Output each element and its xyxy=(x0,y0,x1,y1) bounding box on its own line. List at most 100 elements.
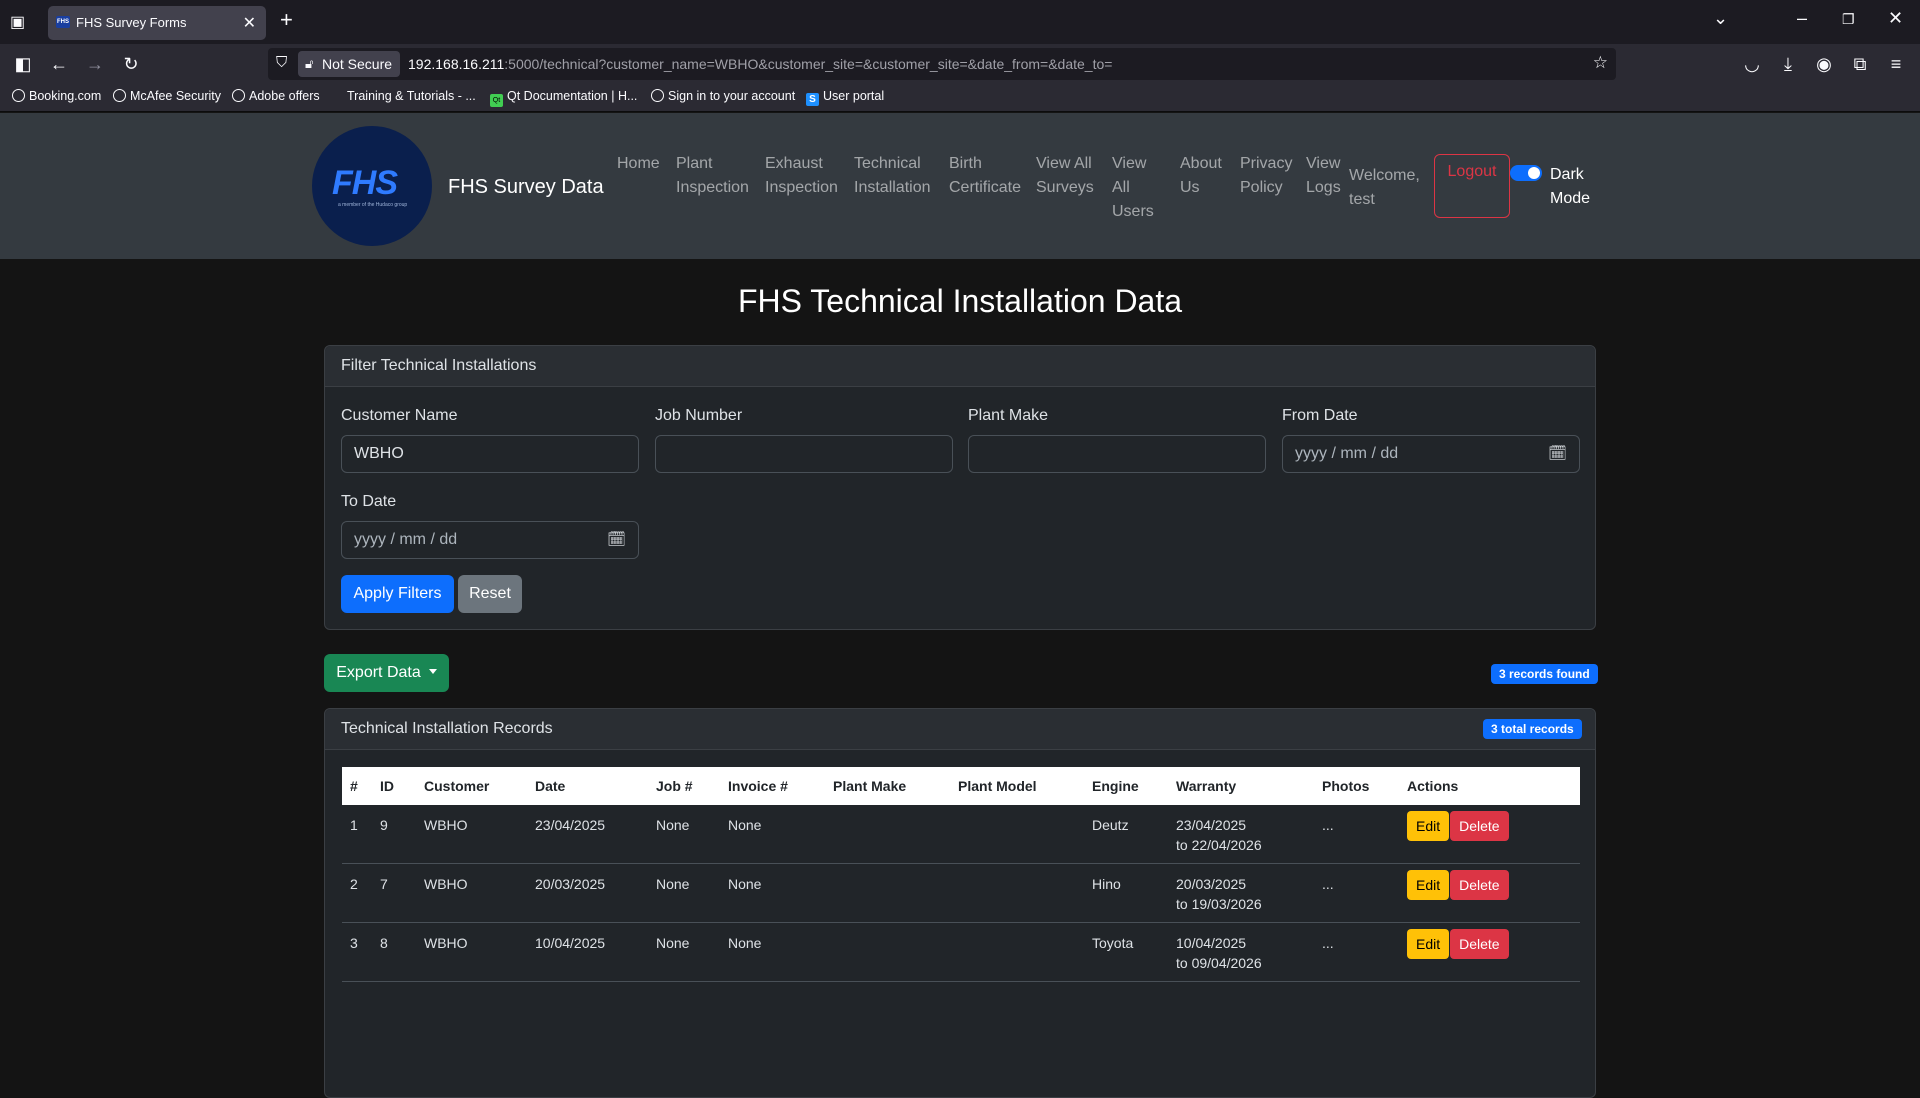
nav-view-all-users[interactable]: View All Users xyxy=(1112,152,1154,224)
cell-id: 7 xyxy=(372,863,416,923)
delete-button[interactable]: Delete xyxy=(1450,870,1509,900)
extensions-icon[interactable]: ⧉ xyxy=(1848,52,1872,76)
col-photos: Photos xyxy=(1322,778,1370,794)
restore-icon[interactable]: ❐ xyxy=(1842,11,1855,28)
shield-icon[interactable]: ⛉ xyxy=(276,54,287,71)
reset-button[interactable]: Reset xyxy=(458,575,522,613)
warranty-end: to 09/04/2026 xyxy=(1176,955,1262,971)
new-tab-icon[interactable]: + xyxy=(280,9,293,31)
nav-label: Surveys xyxy=(1036,179,1094,196)
nav-label: View xyxy=(1112,155,1147,172)
cell-plant-model xyxy=(950,922,1084,982)
close-window-icon[interactable]: ✕ xyxy=(1888,8,1903,29)
nav-label: Plant xyxy=(676,155,713,172)
bookmark-qt[interactable]: Qt Qt Documentation | H... xyxy=(490,89,637,107)
bookmark-label: Sign in to your account xyxy=(668,89,796,103)
nav-label: Us xyxy=(1180,179,1200,196)
sidebar-icon[interactable]: ◧ xyxy=(11,52,35,76)
edit-button[interactable]: Edit xyxy=(1407,929,1450,959)
tab-favicon-icon: FHS xyxy=(56,16,70,28)
records-table: # ID Customer Date Job # Invoice # Plant… xyxy=(342,767,1580,982)
fhs-logo[interactable]: FHS a member of the Hudaco group xyxy=(312,126,432,246)
cell-date: 10/04/2025 xyxy=(527,922,648,982)
url-bar[interactable]: ⛉ 🔓︎ Not Secure 192.168.16.211:5000/tech… xyxy=(268,48,1616,80)
bookmark-mcafee[interactable]: McAfee Security xyxy=(113,89,221,103)
to-date-input[interactable]: yyyy / mm / dd 🗓︎ xyxy=(341,521,639,559)
nav-label: Inspection xyxy=(765,179,838,196)
job-number-input[interactable] xyxy=(655,435,953,473)
cell-invoice: None xyxy=(720,805,825,864)
nav-home[interactable]: Home xyxy=(617,152,660,176)
bookmark-label: Booking.com xyxy=(29,89,102,103)
nav-privacy-policy[interactable]: Privacy Policy xyxy=(1240,152,1292,200)
from-date-input[interactable]: yyyy / mm / dd 🗓︎ xyxy=(1282,435,1580,473)
nav-label: Installation xyxy=(854,179,931,196)
url-text[interactable]: 192.168.16.211:5000/technical?customer_n… xyxy=(408,56,1112,72)
globe-icon xyxy=(651,89,664,102)
forward-icon[interactable]: → xyxy=(83,52,107,76)
nav-birth-certificate[interactable]: Birth Certificate xyxy=(949,152,1021,200)
cell-job: None xyxy=(648,922,720,982)
nav-label: View xyxy=(1306,155,1341,172)
cell-job: None xyxy=(648,805,720,864)
back-icon[interactable]: ← xyxy=(47,52,71,76)
plant-make-input[interactable] xyxy=(968,435,1266,473)
welcome-username: test xyxy=(1349,191,1375,208)
nav-exhaust-inspection[interactable]: Exhaust Inspection xyxy=(765,152,838,200)
warranty-start: 10/04/2025 xyxy=(1176,935,1247,951)
cell-photos[interactable]: ... xyxy=(1314,863,1399,923)
bookmark-label: Training & Tutorials - ... xyxy=(347,89,476,103)
cell-photos[interactable]: ... xyxy=(1314,805,1399,864)
calendar-icon[interactable]: 🗓︎ xyxy=(1548,436,1567,472)
account-icon[interactable]: ◉ xyxy=(1812,52,1836,76)
delete-button[interactable]: Delete xyxy=(1450,811,1509,841)
tab-close-icon[interactable]: ✕ xyxy=(243,13,256,33)
nav-technical-installation[interactable]: Technical Installation xyxy=(854,152,931,200)
bookmark-sign-in[interactable]: Sign in to your account xyxy=(651,89,795,103)
not-secure-badge[interactable]: 🔓︎ Not Secure xyxy=(298,51,401,77)
cell-engine: Toyota xyxy=(1084,922,1168,982)
nav-label: View All xyxy=(1036,155,1092,172)
bookmark-star-icon[interactable]: ☆ xyxy=(1593,53,1608,73)
bookmark-booking[interactable]: Booking.com xyxy=(12,89,101,103)
reload-icon[interactable]: ↻ xyxy=(119,52,143,76)
bookmark-user-portal[interactable]: S User portal xyxy=(806,89,884,106)
col-id: ID xyxy=(380,778,394,794)
table-row: 1 9 WBHO 23/04/2025 None None Deutz 23/0… xyxy=(342,805,1580,864)
to-date-placeholder: yyyy / mm / dd xyxy=(354,531,458,548)
tab-overflow-chevron-icon[interactable]: ⌄ xyxy=(1713,8,1728,29)
logout-button[interactable]: Logout xyxy=(1434,154,1510,218)
pocket-icon[interactable]: ◡ xyxy=(1740,52,1764,76)
logo-subtext: a member of the Hudaco group xyxy=(338,202,408,208)
nav-plant-inspection[interactable]: Plant Inspection xyxy=(676,152,749,200)
apply-filters-button[interactable]: Apply Filters xyxy=(341,575,454,613)
bookmark-label: Qt Documentation | H... xyxy=(507,89,638,103)
cell-plant-model xyxy=(950,863,1084,923)
cell-customer: WBHO xyxy=(416,805,527,864)
calendar-icon[interactable]: 🗓︎ xyxy=(607,522,626,558)
delete-button[interactable]: Delete xyxy=(1450,929,1509,959)
welcome-label: Welcome, xyxy=(1349,167,1420,184)
bookmark-adobe[interactable]: Adobe offers xyxy=(232,89,320,103)
edit-button[interactable]: Edit xyxy=(1407,811,1450,841)
app-navbar: FHS a member of the Hudaco group FHS Sur… xyxy=(0,113,1920,259)
nav-view-all-surveys[interactable]: View All Surveys xyxy=(1036,152,1094,200)
bookmark-training[interactable]: Training & Tutorials - ... xyxy=(330,89,476,103)
nav-view-logs[interactable]: View Logs xyxy=(1306,152,1341,200)
customer-name-input[interactable]: WBHO xyxy=(341,435,639,473)
url-path: :5000/technical?customer_name=WBHO&custo… xyxy=(504,56,1113,72)
edit-button[interactable]: Edit xyxy=(1407,870,1450,900)
nav-label: Technical xyxy=(854,155,921,172)
dark-mode-toggle[interactable] xyxy=(1510,165,1542,181)
welcome-text: Welcome, test xyxy=(1349,164,1420,212)
cell-photos[interactable]: ... xyxy=(1314,922,1399,982)
downloads-icon[interactable]: ⤓ xyxy=(1776,52,1800,76)
browser-tab[interactable]: FHS FHS Survey Forms ✕ xyxy=(48,6,266,40)
menu-icon[interactable]: ≡ xyxy=(1884,52,1908,76)
tab-list-icon[interactable]: ▣ xyxy=(10,12,30,32)
nav-about-us[interactable]: About Us xyxy=(1180,152,1222,200)
nav-label: Users xyxy=(1112,203,1154,220)
brand-title[interactable]: FHS Survey Data xyxy=(448,176,604,199)
minimize-icon[interactable]: – xyxy=(1797,8,1807,29)
export-data-button[interactable]: Export Data xyxy=(324,654,449,692)
